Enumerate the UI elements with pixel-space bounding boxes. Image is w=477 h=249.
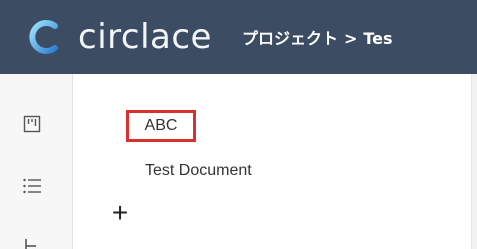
breadcrumb-separator: > (343, 29, 358, 48)
breadcrumb: プロジェクト > Tes (242, 25, 393, 49)
highlighted-item[interactable]: ABC (126, 110, 196, 142)
breadcrumb-current: Tes (363, 29, 393, 48)
right-panel-edge (471, 74, 477, 249)
breadcrumb-project-link[interactable]: プロジェクト (242, 29, 338, 48)
board-icon[interactable] (20, 112, 44, 136)
circlace-logo-icon[interactable] (22, 14, 68, 60)
top-header: circlace プロジェクト > Tes (0, 0, 477, 74)
sidebar (0, 74, 73, 249)
tree-icon[interactable] (20, 234, 44, 249)
document-item[interactable]: Test Document (145, 162, 252, 180)
app-window: circlace プロジェクト > Tes ABC Test Document … (0, 0, 477, 249)
add-button[interactable]: + (109, 199, 131, 227)
list-icon[interactable] (20, 174, 44, 198)
main-content: ABC Test Document + (73, 74, 471, 249)
item-label-abc: ABC (144, 117, 178, 134)
logo-text[interactable]: circlace (78, 17, 212, 57)
